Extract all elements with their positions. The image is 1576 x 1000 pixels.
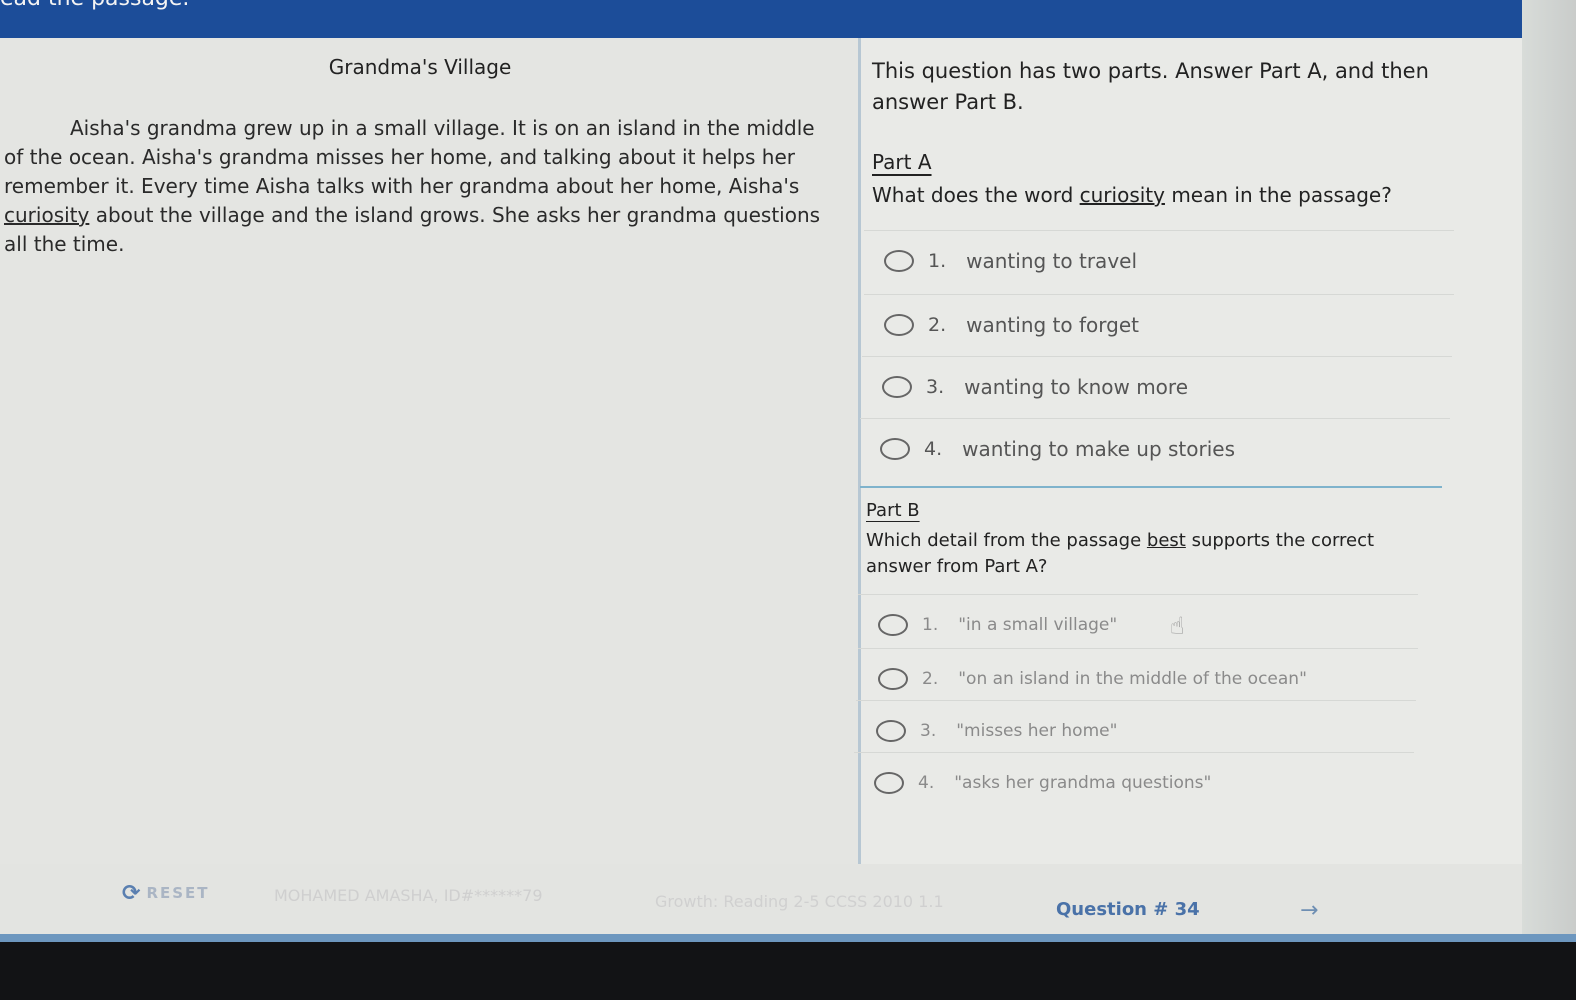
part-a-option-1[interactable]: 1. wanting to travel	[864, 230, 1454, 290]
course-info: Growth: Reading 2-5 CCSS 2010 1.1	[655, 892, 944, 911]
question-number: Question # 34	[1056, 899, 1200, 920]
option-number: 1.	[928, 249, 947, 272]
option-text: "asks her grandma questions"	[954, 772, 1212, 793]
radio-button[interactable]	[882, 375, 912, 398]
radio-button[interactable]	[884, 249, 914, 272]
passage-p2: about the village and the island grows. …	[4, 203, 821, 256]
part-a-question: What does the word curiosity mean in the…	[872, 182, 1512, 208]
part-b-text-before: Which detail from the passage	[866, 530, 1142, 551]
option-number: 3.	[926, 375, 945, 398]
part-a-underlined-word: curiosity	[1079, 183, 1165, 207]
part-b-option-1[interactable]: 1. "in a small village"	[858, 594, 1418, 654]
option-number: 3.	[920, 720, 937, 741]
option-text: wanting to forget	[966, 312, 1139, 337]
option-text: "in a small village"	[958, 614, 1118, 635]
monitor-bezel	[0, 942, 1576, 1000]
part-b-question: Which detail from the passage best suppo…	[866, 528, 1436, 580]
refresh-icon: ⟳	[122, 881, 143, 906]
option-number: 2.	[928, 313, 947, 336]
option-number: 1.	[922, 614, 939, 635]
part-separator	[860, 486, 1442, 488]
part-a-text-before: What does the word	[872, 183, 1074, 207]
option-text: "misses her home"	[956, 720, 1118, 741]
radio-button[interactable]	[876, 719, 906, 742]
option-number: 4.	[918, 772, 935, 793]
reset-label: RESET	[146, 884, 210, 902]
part-b-option-2[interactable]: 2. "on an island in the middle of the oc…	[858, 648, 1418, 708]
radio-button[interactable]	[880, 437, 910, 460]
passage-p1: Aisha's grandma grew up in a small villa…	[4, 116, 815, 198]
part-b-option-3[interactable]: 3. "misses her home"	[856, 700, 1416, 760]
passage-text: Aisha's grandma grew up in a small villa…	[4, 114, 838, 259]
part-a-option-4[interactable]: 4. wanting to make up stories	[860, 418, 1450, 478]
part-a-option-2[interactable]: 2. wanting to forget	[864, 294, 1454, 354]
radio-button[interactable]	[884, 313, 914, 336]
question-intro: This question has two parts. Answer Part…	[872, 59, 1429, 114]
instruction-text: ead the passage.	[0, 0, 189, 11]
option-text: "on an island in the middle of the ocean…	[958, 668, 1307, 689]
part-b-label: Part B	[866, 500, 920, 521]
part-a-option-3[interactable]: 3. wanting to know more	[862, 356, 1452, 416]
hand-pointer-icon: ☝	[1170, 612, 1185, 640]
top-bar: ead the passage.	[0, 0, 1522, 38]
taskbar-edge	[0, 934, 1576, 942]
window-edge	[1522, 0, 1576, 940]
option-text: wanting to travel	[966, 248, 1138, 273]
radio-button[interactable]	[878, 613, 908, 636]
option-number: 2.	[922, 668, 939, 689]
student-info: MOHAMED AMASHA, ID#******79	[274, 886, 543, 905]
option-number: 4.	[924, 437, 943, 460]
passage-title: Grandma's Village	[328, 55, 512, 79]
reset-button[interactable]: ⟳ RESET	[122, 881, 210, 906]
part-b-underlined-word: best	[1146, 530, 1186, 551]
arrow-right-icon[interactable]: →	[1300, 898, 1318, 923]
part-b-option-4[interactable]: 4. "asks her grandma questions"	[854, 752, 1414, 812]
radio-button[interactable]	[874, 771, 904, 794]
passage-underlined-word: curiosity	[4, 203, 90, 227]
option-text: wanting to know more	[964, 374, 1189, 399]
radio-button[interactable]	[878, 667, 908, 690]
option-text: wanting to make up stories	[962, 436, 1235, 461]
part-a-text-after: mean in the passage?	[1171, 183, 1392, 207]
part-a-label: Part A	[872, 150, 932, 174]
